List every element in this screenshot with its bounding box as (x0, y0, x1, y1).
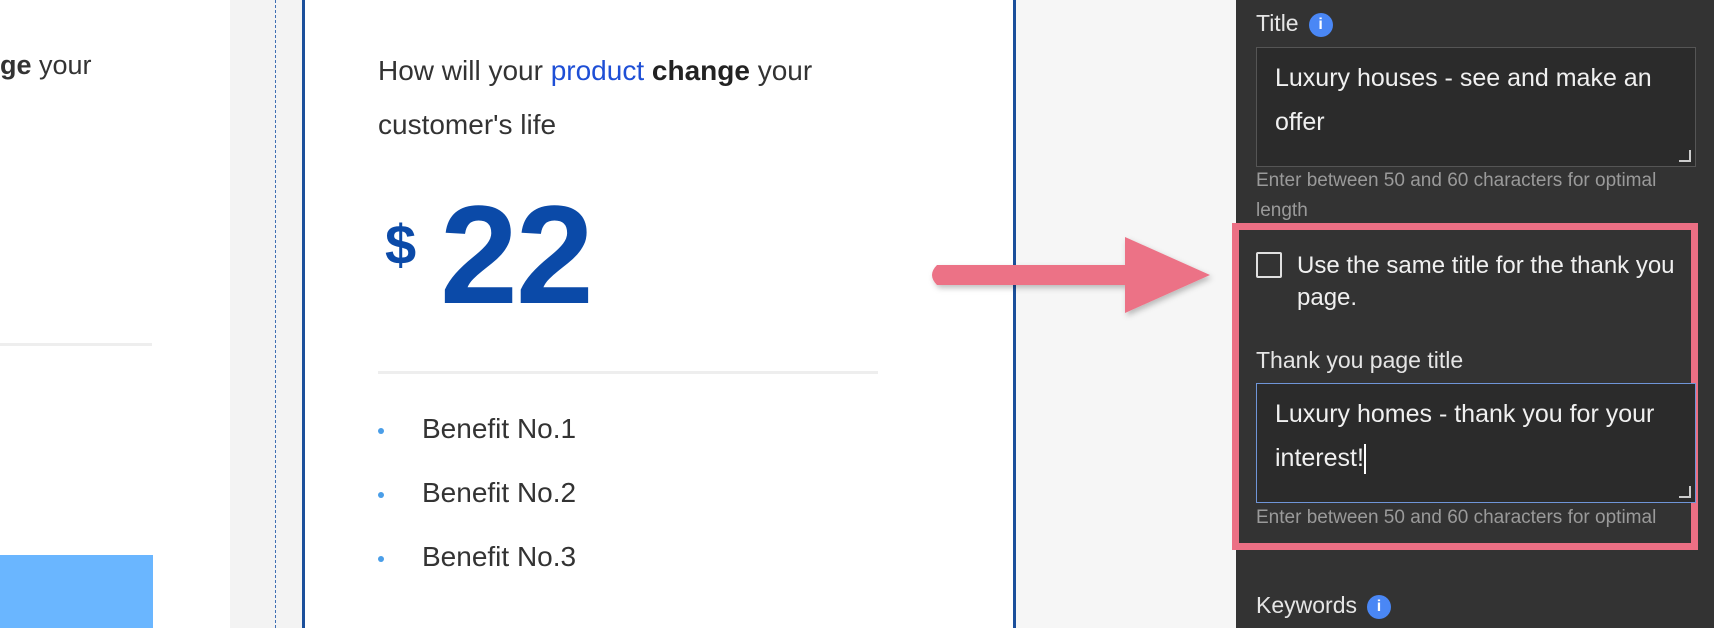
resize-handle-icon[interactable] (1679, 150, 1691, 162)
canvas-gutter (230, 0, 302, 628)
thank-you-title-textarea[interactable]: Luxury homes - thank you for your intere… (1256, 383, 1696, 503)
keywords-label: Keywords i (1256, 592, 1391, 619)
thank-you-title-label: Thank you page title (1256, 347, 1464, 373)
benefit-item[interactable]: Benefit No.3 (378, 541, 576, 573)
price-amount[interactable]: 22 (440, 180, 594, 330)
info-icon[interactable]: i (1366, 594, 1391, 619)
bullet-icon (378, 491, 384, 498)
card-headline[interactable]: How will your product change your custom… (378, 44, 898, 152)
title-hint: Enter between 50 and 60 characters for o… (1256, 170, 1657, 221)
benefit-item[interactable]: Benefit No.2 (378, 477, 576, 509)
info-icon[interactable]: i (1308, 12, 1333, 37)
left-card-headline: ge your (0, 50, 92, 80)
bullet-icon (378, 555, 384, 562)
left-card-divider (0, 343, 152, 346)
benefit-item[interactable]: Benefit No.1 (378, 413, 576, 445)
price-currency: $ (385, 213, 417, 276)
title-label: Title i (1256, 10, 1333, 37)
alignment-guide (275, 0, 276, 628)
left-template-card[interactable] (0, 0, 230, 628)
title-textarea[interactable]: Luxury houses - see and make an offer (1256, 47, 1696, 167)
card-divider (378, 371, 878, 374)
text-caret (1363, 444, 1366, 475)
bullet-icon (378, 427, 384, 434)
pointer-arrow-icon (932, 237, 1210, 313)
resize-handle-icon[interactable] (1679, 486, 1691, 498)
left-card-button[interactable] (0, 555, 153, 628)
same-title-checkbox-label[interactable]: Use the same title for the thank you pag… (1297, 250, 1687, 314)
thank-you-hint: Enter between 50 and 60 characters for o… (1256, 507, 1657, 528)
same-title-checkbox[interactable] (1256, 252, 1282, 278)
